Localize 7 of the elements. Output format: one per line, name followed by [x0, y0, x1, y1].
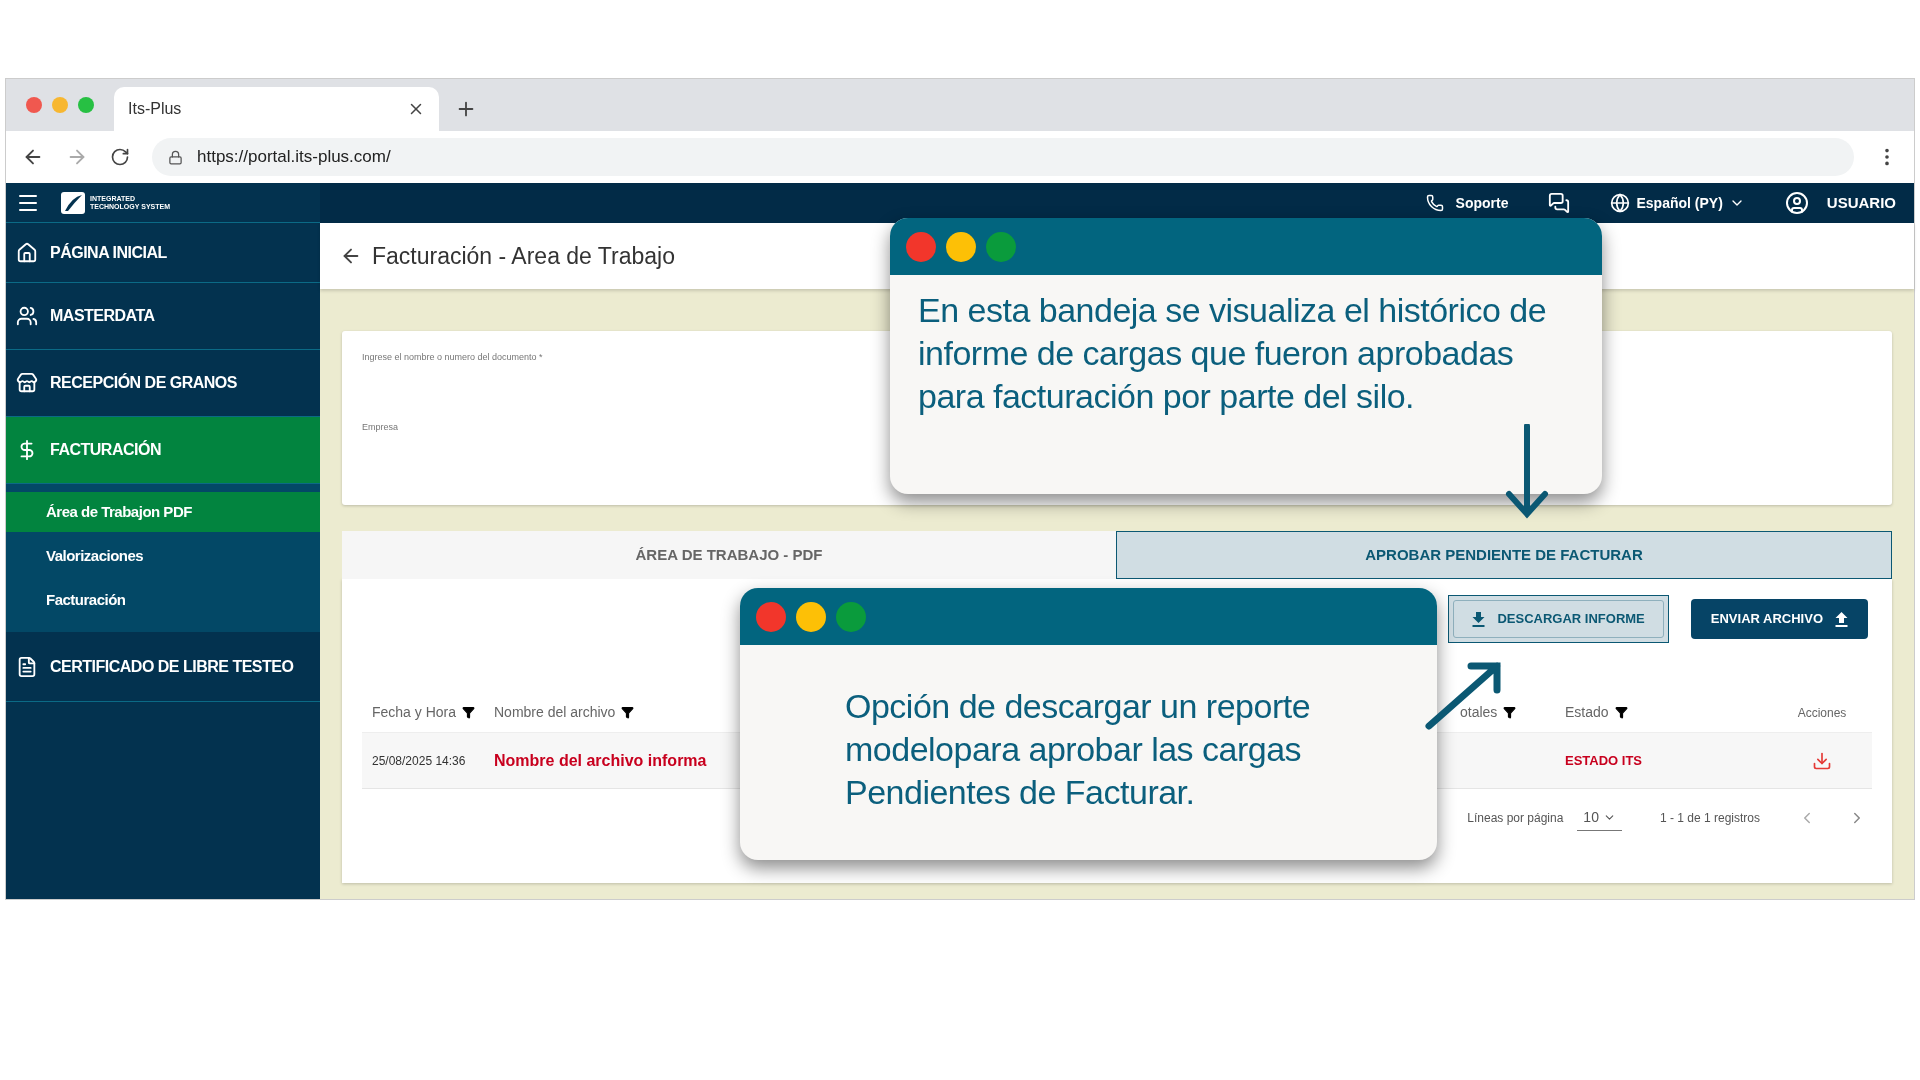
callout-text: Opción de descargar un reporte modelopara aprobar las cargas Pendientes de Facturar. — [844, 686, 1312, 813]
page-title: Facturación - Area de Trabajo — [372, 241, 675, 271]
status-text: ESTADO ITS — [1565, 751, 1644, 770]
record-range: 1 - 1 de 1 registros — [1659, 810, 1760, 827]
rows-per-page-label: Líneas por página — [1467, 810, 1564, 827]
callout-text: En esta bandeja se visualiza el histórico de informe de cargas que fueron aprobadas para facturación por parte del silo. — [917, 290, 1548, 417]
table-cell-text: 25/08/2025 14:36 — [371, 752, 467, 770]
